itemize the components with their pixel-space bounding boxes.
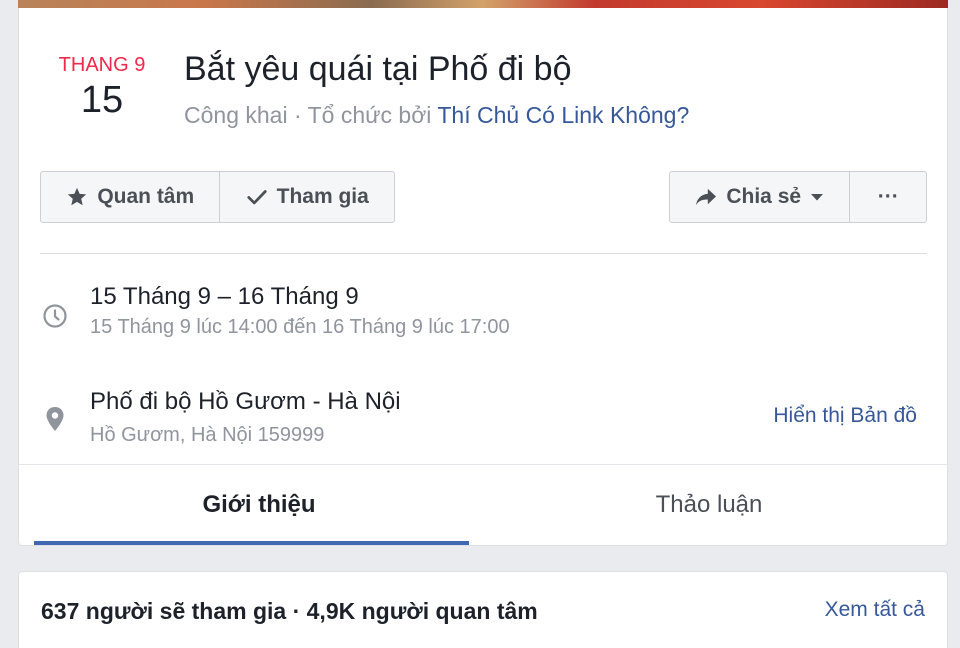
show-map-link[interactable]: Hiển thị Bản đồ xyxy=(773,404,917,428)
caret-down-icon xyxy=(810,192,824,202)
time-range: 15 Tháng 9 lúc 14:00 đến 16 Tháng 9 lúc … xyxy=(90,316,510,338)
going-button[interactable]: Tham gia xyxy=(219,172,394,222)
interested-label: Quan tâm xyxy=(97,185,195,208)
event-header-card: THANG 9 15 Bắt yêu quái tại Phố đi bộ Cô… xyxy=(18,8,949,546)
attendance-summary: 637 người sẽ tham gia · 4,9K người quan … xyxy=(41,598,538,624)
cover-photo-strip xyxy=(18,0,948,8)
event-tabs: Giới thiệu Thảo luận xyxy=(34,465,934,545)
star-icon xyxy=(66,186,88,208)
section-divider xyxy=(40,253,927,254)
attendance-card: 637 người sẽ tham gia · 4,9K người quan … xyxy=(18,571,948,648)
share-arrow-icon xyxy=(695,187,717,207)
date-month: THANG 9 xyxy=(58,54,146,76)
going-label: Tham gia xyxy=(276,185,369,208)
tab-discussion[interactable]: Thảo luận xyxy=(484,465,934,545)
event-time-row: 15 Tháng 9 – 16 Tháng 9 15 Tháng 9 lúc 1… xyxy=(40,283,927,353)
place-address: Hồ Gươm, Hà Nội 159999 xyxy=(90,424,325,446)
more-options-button[interactable]: ··· xyxy=(849,172,926,222)
response-buttons: Quan tâm Tham gia xyxy=(40,171,395,223)
privacy-label: Công khai · Tổ chức bởi xyxy=(184,102,438,128)
place-name[interactable]: Phố đi bộ Hồ Gươm - Hà Nội xyxy=(90,388,401,416)
tab-about[interactable]: Giới thiệu xyxy=(34,465,484,545)
clock-icon xyxy=(40,301,70,331)
host-link[interactable]: Thí Chủ Có Link Không? xyxy=(437,102,689,128)
event-meta: Công khai · Tổ chức bởi Thí Chủ Có Link … xyxy=(184,102,689,129)
share-label: Chia sẻ xyxy=(726,185,802,208)
interested-button[interactable]: Quan tâm xyxy=(41,172,219,222)
see-all-link[interactable]: Xem tất cả xyxy=(825,598,925,622)
date-badge: THANG 9 15 xyxy=(49,54,155,121)
date-day: 15 xyxy=(80,79,124,121)
share-button[interactable]: Chia sẻ xyxy=(670,172,849,222)
event-location-row: Phố đi bộ Hồ Gươm - Hà Nội Hồ Gươm, Hà N… xyxy=(40,388,927,458)
share-buttons: Chia sẻ ··· xyxy=(669,171,927,223)
event-title: Bắt yêu quái tại Phố đi bộ xyxy=(184,50,572,88)
check-icon xyxy=(246,186,268,208)
location-pin-icon xyxy=(40,404,70,434)
date-range: 15 Tháng 9 – 16 Tháng 9 xyxy=(90,283,359,310)
more-options-label: ··· xyxy=(877,185,899,208)
